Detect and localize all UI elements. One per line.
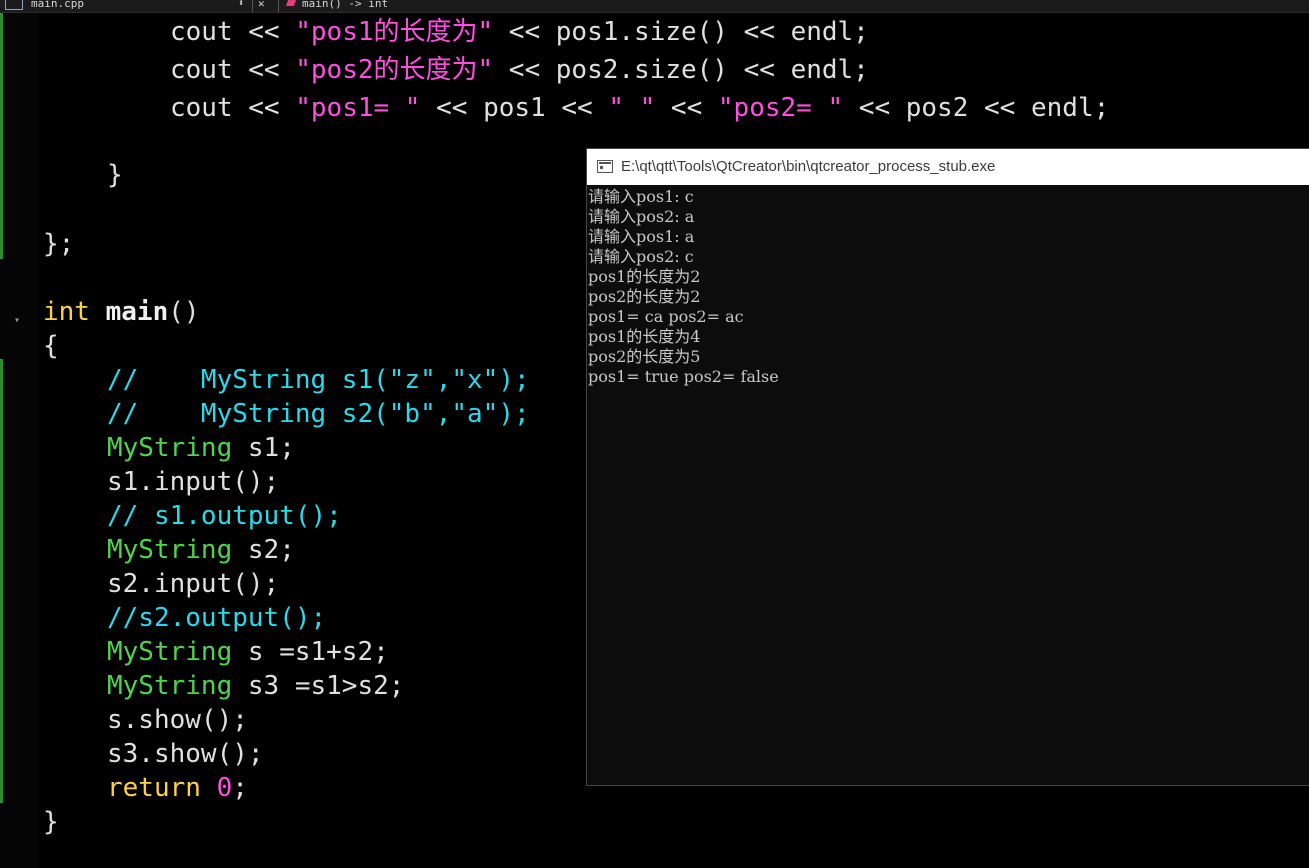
console-line: pos2的长度为5 [588, 347, 701, 366]
file-tab-name[interactable]: main.cpp [31, 0, 84, 9]
editor-tab-bar: main.cpp ⬍ ✕ main() -> int [0, 0, 1309, 13]
console-line: pos1的长度为4 [588, 327, 701, 346]
file-dropdown-icon[interactable]: ⬍ [238, 0, 244, 9]
console-line: pos1= ca pos2= ac [588, 307, 744, 326]
fold-arrow-icon[interactable]: ▾ [14, 315, 20, 326]
console-line: 请输入pos2: a [588, 207, 695, 226]
code-line: return 0; [107, 773, 248, 803]
code-line: s2.input(); [107, 569, 280, 599]
console-title-bar[interactable]: E:\qt\qtt\Tools\QtCreator\bin\qtcreator_… [587, 149, 1309, 185]
code-line: MyString s =s1+s2; [107, 637, 389, 667]
console-window[interactable]: E:\qt\qtt\Tools\QtCreator\bin\qtcreator_… [586, 148, 1309, 786]
code-line: MyString s3 =s1>s2; [107, 671, 405, 701]
console-line: pos2的长度为2 [588, 287, 701, 306]
code-line: int main() [43, 297, 200, 327]
tab-separator [252, 0, 253, 12]
console-line: 请输入pos1: c [588, 187, 694, 206]
code-line: s3.show(); [107, 739, 264, 769]
code-line: // s1.output(); [107, 501, 342, 531]
code-line: //s2.output(); [107, 603, 327, 633]
code-line: MyString s1; [107, 433, 295, 463]
editor-gutter: ▾ [0, 13, 38, 868]
console-output[interactable]: 请输入pos1: c 请输入pos2: a 请输入pos1: a 请输入pos2: c… [588, 187, 779, 387]
code-line: // MyString s2("b","a"); [107, 399, 530, 429]
code-line: s.show(); [107, 705, 248, 735]
code-line: s1.input(); [107, 467, 280, 497]
function-selector[interactable]: main() -> int [302, 0, 388, 9]
code-line: cout << "pos1的长度为" << pos1.size() << end… [170, 17, 869, 47]
console-window-icon [597, 160, 613, 173]
code-line: MyString s2; [107, 535, 295, 565]
code-line: // MyString s1("z","x"); [107, 365, 530, 395]
console-line: pos1的长度为2 [588, 267, 701, 286]
console-line: 请输入pos2: c [588, 247, 694, 266]
change-marker [0, 359, 3, 803]
code-line: cout << "pos2的长度为" << pos2.size() << end… [170, 55, 869, 85]
console-line: 请输入pos1: a [588, 227, 695, 246]
file-icon [5, 0, 23, 10]
code-line: } [43, 807, 59, 837]
close-file-icon[interactable]: ✕ [258, 0, 265, 9]
tab-separator [278, 0, 279, 12]
code-line: } [107, 160, 123, 190]
function-icon [285, 0, 297, 6]
change-marker [0, 13, 3, 259]
console-line: pos1= true pos2= false [588, 367, 779, 386]
code-line: cout << "pos1= " << pos1 << " " << "pos2… [170, 93, 1110, 123]
code-line: }; [43, 229, 75, 259]
code-line: { [43, 331, 59, 361]
console-title: E:\qt\qtt\Tools\QtCreator\bin\qtcreator_… [621, 158, 996, 175]
